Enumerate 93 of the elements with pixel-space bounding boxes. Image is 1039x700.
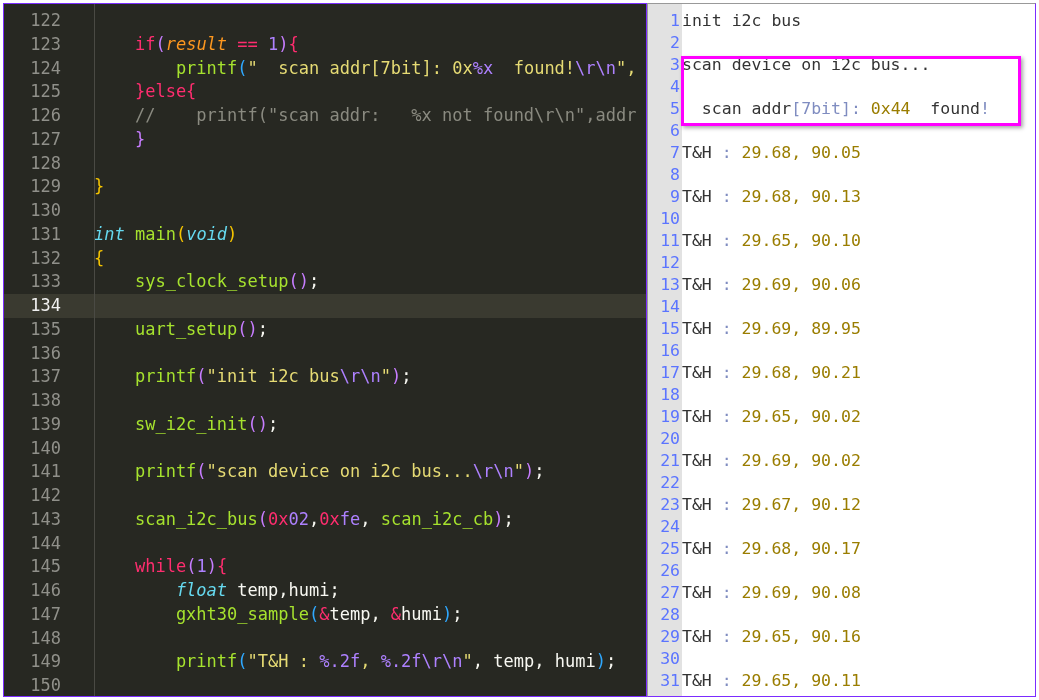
line-number: 13 xyxy=(659,273,680,296)
line-number: 124 xyxy=(29,56,61,80)
line-number: 126 xyxy=(29,104,61,128)
line-number: 140 xyxy=(29,436,61,460)
code-line: scan_i2c_bus(0x02,0xfe, scan_i2c_cb); xyxy=(133,507,514,531)
line-number: 1 xyxy=(669,9,680,32)
line-number: 30 xyxy=(659,647,680,670)
line-number: 146 xyxy=(29,579,61,603)
line-number: 20 xyxy=(659,427,680,450)
code-line: } xyxy=(94,175,105,199)
line-number: 150 xyxy=(29,674,61,698)
line-number: 125 xyxy=(29,80,61,104)
line-number: 18 xyxy=(659,383,680,406)
output-line: T&H : 29.68, 90.21 xyxy=(682,361,861,384)
line-number: 123 xyxy=(29,32,61,56)
output-line: T&H : 29.65, 90.10 xyxy=(682,229,861,252)
code-line: if(result == 1){ xyxy=(133,32,299,56)
line-number: 138 xyxy=(29,389,61,413)
output-line: T&H : 29.67, 90.12 xyxy=(682,493,861,516)
line-number: 142 xyxy=(29,484,61,508)
line-number: 122 xyxy=(29,9,61,33)
line-number: 145 xyxy=(29,555,61,579)
line-number: 14 xyxy=(659,295,680,318)
line-number: 149 xyxy=(29,650,61,674)
line-number: 31 xyxy=(659,669,680,692)
line-number: 147 xyxy=(29,602,61,626)
line-number: 29 xyxy=(659,625,680,648)
code-line: float temp,humi; xyxy=(174,579,340,603)
code-line: printf("T&H : %.2f, %.2f\r\n", temp, humi); xyxy=(174,650,617,674)
line-number: 4 xyxy=(669,75,680,98)
line-number: 7 xyxy=(669,141,680,164)
line-number: 143 xyxy=(29,507,61,531)
line-number: 131 xyxy=(29,222,61,246)
line-number: 2 xyxy=(669,31,680,54)
line-number: 136 xyxy=(29,341,61,365)
line-number: 133 xyxy=(29,270,61,294)
line-number: 26 xyxy=(659,559,680,582)
output-line: T&H : 29.68, 90.13 xyxy=(682,185,861,208)
code-line: sys_clock_setup(); xyxy=(133,270,320,294)
line-number: 6 xyxy=(669,119,680,142)
output-line: T&H : 29.65, 90.02 xyxy=(682,405,861,428)
line-number: 137 xyxy=(29,365,61,389)
line-number: 15 xyxy=(659,317,680,340)
code-line: gxht30_sample(&temp, &humi); xyxy=(174,602,463,626)
line-number: 132 xyxy=(29,246,61,270)
output-line: T&H : 29.69, 90.02 xyxy=(682,449,861,472)
code-line: printf("scan device on i2c bus...\r\n"); xyxy=(133,460,545,484)
line-number: 19 xyxy=(659,405,680,428)
line-number: 127 xyxy=(29,127,61,151)
output-line: T&H : 29.69, 89.95 xyxy=(682,317,861,340)
code-line: { xyxy=(94,246,105,270)
output-line: T&H : 29.65, 90.16 xyxy=(682,625,861,648)
line-number: 24 xyxy=(659,515,680,538)
line-number: 148 xyxy=(29,626,61,650)
code-line: uart_setup(); xyxy=(133,317,269,341)
code-line: int main(void) xyxy=(94,222,238,246)
code-line: printf("init i2c bus\r\n"); xyxy=(133,365,412,389)
line-number: 128 xyxy=(29,151,61,175)
line-number: 141 xyxy=(29,460,61,484)
line-number: 12 xyxy=(659,251,680,274)
line-number: 27 xyxy=(659,581,680,604)
line-number: 10 xyxy=(659,207,680,230)
code-line: // printf("scan addr: %x not found\r\n",addr xyxy=(133,104,637,128)
output-line: scan addr[7bit]: 0x44 found! xyxy=(700,97,990,120)
line-number: 21 xyxy=(659,449,680,472)
line-number: 11 xyxy=(659,229,680,252)
line-number: 130 xyxy=(29,199,61,223)
line-number: 129 xyxy=(29,175,61,199)
line-number: 9 xyxy=(669,185,680,208)
code-line: sw_i2c_init(); xyxy=(133,412,279,436)
line-number: 22 xyxy=(659,471,680,494)
line-number: 144 xyxy=(29,531,61,555)
line-number: 25 xyxy=(659,537,680,560)
code-line: while(1){ xyxy=(133,555,228,579)
output-line: init i2c bus xyxy=(682,9,802,32)
line-number: 28 xyxy=(659,603,680,626)
output-line: T&H : 29.68, 90.17 xyxy=(682,537,861,560)
output-line: T&H : 29.69, 90.08 xyxy=(682,581,861,604)
line-number: 17 xyxy=(659,361,680,384)
line-number: 135 xyxy=(29,317,61,341)
line-number: 23 xyxy=(659,493,680,516)
output-line: T&H : 29.68, 90.05 xyxy=(682,141,861,164)
output-line: T&H : 29.65, 90.11 xyxy=(682,669,861,692)
output-line: T&H : 29.69, 90.06 xyxy=(682,273,861,296)
line-number: 139 xyxy=(29,412,61,436)
line-number: 134 xyxy=(29,294,61,318)
code-line: } xyxy=(133,127,146,151)
line-number: 8 xyxy=(669,163,680,186)
line-number: 5 xyxy=(669,97,680,120)
line-number: 3 xyxy=(669,53,680,76)
line-number: 16 xyxy=(659,339,680,362)
code-line: }else{ xyxy=(133,80,197,104)
code-line: printf(" scan addr[7bit]: 0x%x found!\r\n", xyxy=(174,56,637,80)
